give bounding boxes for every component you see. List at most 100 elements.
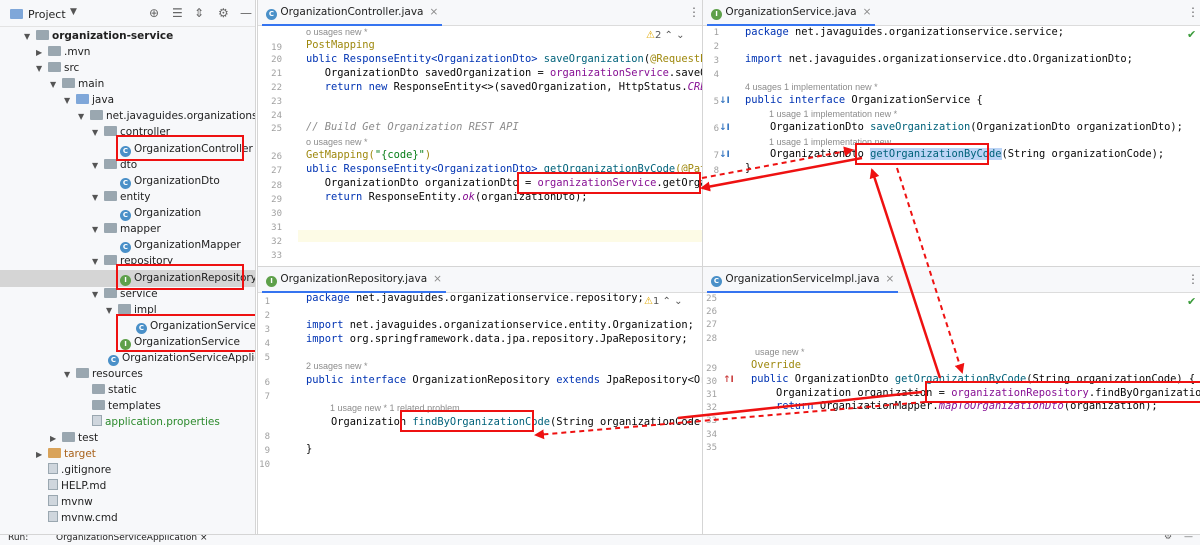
close-icon[interactable]: ×: [200, 535, 208, 543]
inlay-hint[interactable]: 1 usage 1 implementation new *: [769, 109, 897, 119]
tree-item-resources[interactable]: ▼ resources: [64, 366, 143, 382]
inlay-hint[interactable]: usage new *: [755, 347, 805, 357]
more-icon[interactable]: ⋮: [1187, 272, 1199, 286]
class-icon: C: [120, 242, 131, 253]
tree-item-organization-service-app[interactable]: COrganizationServiceApplication: [108, 350, 255, 366]
chevron-up-icon[interactable]: ⌃: [663, 296, 671, 307]
hide-icon[interactable]: —: [1184, 535, 1193, 542]
tree-item-templates[interactable]: templates: [92, 398, 161, 414]
more-icon[interactable]: ⋮: [688, 5, 700, 19]
implemented-icon[interactable]: ↓I: [719, 96, 730, 106]
tree-item-entity[interactable]: ▼ entity: [92, 189, 150, 205]
tab-organization-controller[interactable]: C OrganizationController.java ×: [262, 4, 443, 26]
tree-item-main[interactable]: ▼ main: [50, 76, 104, 92]
inlay-hint[interactable]: 2 usages new *: [306, 361, 368, 371]
tree-item-test[interactable]: ▶ test: [50, 430, 98, 446]
tree-item-static[interactable]: static: [92, 382, 137, 398]
tab-organization-service-impl[interactable]: C OrganizationServiceImpl.java ×: [707, 271, 899, 293]
tree-item-mvn[interactable]: ▶ .mvn: [36, 44, 90, 60]
chevron-down-icon[interactable]: ⌄: [676, 30, 684, 41]
line-number: 1: [264, 297, 270, 307]
chevron-right-icon[interactable]: ▶: [36, 45, 48, 61]
close-icon[interactable]: ×: [886, 273, 895, 285]
editor-tab-bar: I OrganizationRepository.java ×: [258, 267, 702, 293]
tree-item-target[interactable]: ▶ target: [36, 446, 96, 462]
tree-item-mapper[interactable]: ▼ mapper: [92, 221, 161, 237]
more-icon[interactable]: ⋮: [1187, 5, 1199, 19]
tree-item-organization-dto[interactable]: C OrganizationDto: [120, 173, 220, 189]
tree-item-mvnw[interactable]: mvnw: [48, 494, 93, 510]
chevron-down-icon[interactable]: ▼: [78, 109, 90, 125]
chevron-down-icon[interactable]: ▼: [92, 254, 104, 270]
editor-tab-bar: C OrganizationController.java × ⋮: [258, 0, 702, 26]
tree-item-gitignore[interactable]: .gitignore: [48, 462, 111, 478]
folder-icon: [76, 368, 89, 378]
chevron-up-icon[interactable]: ⌃: [665, 30, 673, 41]
editor-organization-service-impl[interactable]: C OrganizationServiceImpl.java × ⋮ ✔ 25 2…: [702, 266, 1200, 534]
inlay-hint[interactable]: o usages new *: [306, 137, 368, 147]
project-title[interactable]: Project: [28, 8, 66, 21]
editor-organization-service[interactable]: I OrganizationService.java × ⋮ ✔ 1 2 3 4 …: [702, 0, 1200, 266]
inlay-hint[interactable]: o usages new *: [306, 27, 368, 37]
gear-icon[interactable]: ⚙: [218, 6, 229, 20]
tree-item-app-properties[interactable]: application.properties: [92, 414, 220, 430]
tree-item-package[interactable]: ▼net.javaguides.organizationservice: [78, 108, 255, 125]
implements-icon[interactable]: ↑I: [723, 375, 734, 385]
chevron-down-icon[interactable]: ▼: [92, 158, 104, 174]
hide-icon[interactable]: —: [240, 6, 252, 20]
close-icon[interactable]: ×: [433, 273, 442, 285]
line-number: 21: [271, 69, 282, 79]
gear-icon[interactable]: ⚙: [1164, 535, 1172, 542]
chevron-down-icon[interactable]: ⌄: [674, 296, 682, 307]
chevron-down-icon[interactable]: ▼: [36, 61, 48, 77]
line-number: 30: [706, 377, 717, 387]
chevron-down-icon[interactable]: ▼: [92, 222, 104, 238]
tab-organization-repository[interactable]: I OrganizationRepository.java ×: [262, 271, 446, 293]
close-icon[interactable]: ×: [863, 6, 872, 18]
implemented-icon[interactable]: ↓I: [719, 123, 730, 133]
line-number: 9: [264, 446, 270, 456]
inlay-hint[interactable]: 4 usages 1 implementation new *: [745, 82, 878, 92]
interface-icon: I: [266, 276, 277, 287]
close-icon[interactable]: ×: [430, 6, 439, 18]
folder-icon: [48, 62, 61, 72]
warning-icon: ⚠: [644, 296, 653, 307]
chevron-down-icon[interactable]: ▼: [70, 7, 77, 17]
tree-item-help[interactable]: HELP.md: [48, 478, 106, 494]
expand-all-icon[interactable]: ⇕: [194, 6, 204, 20]
line-number: 28: [706, 334, 717, 344]
chevron-down-icon[interactable]: ▼: [92, 287, 104, 303]
line-number: 32: [706, 403, 717, 413]
tab-organization-service[interactable]: I OrganizationService.java ×: [707, 4, 876, 26]
chevron-down-icon[interactable]: ▼: [24, 29, 36, 45]
chevron-down-icon[interactable]: ▼: [92, 190, 104, 206]
warning-indicator[interactable]: ⚠1 ⌃ ⌄: [644, 296, 683, 307]
package-icon: [104, 223, 117, 233]
tree-item-organization-mapper[interactable]: C OrganizationMapper: [120, 237, 241, 253]
chevron-right-icon[interactable]: ▶: [36, 447, 48, 463]
warning-indicator[interactable]: ⚠2 ⌃ ⌄: [646, 30, 685, 41]
chevron-down-icon[interactable]: ▼: [64, 93, 76, 109]
chevron-right-icon[interactable]: ▶: [50, 431, 62, 447]
tree-item-root[interactable]: ▼ organization-service: [24, 28, 173, 44]
tree-item-organization[interactable]: C Organization: [120, 205, 201, 221]
collapse-all-icon[interactable]: ☰: [172, 6, 183, 20]
tree-item-java[interactable]: ▼ java: [64, 92, 114, 108]
chevron-down-icon[interactable]: ▼: [92, 125, 104, 141]
chevron-down-icon[interactable]: ▼: [64, 367, 76, 383]
code-line: OrganizationDto saveOrganization(Organiz…: [745, 121, 1183, 133]
project-icon: [10, 9, 23, 19]
highlight-box-organization-repository: [116, 264, 244, 290]
implemented-icon[interactable]: ↓I: [719, 150, 730, 160]
editor-organization-controller[interactable]: C OrganizationController.java × ⋮ ⚠2 ⌃ ⌄ …: [257, 0, 702, 266]
code-line: public interface OrganizationService {: [745, 94, 983, 106]
run-bar: Run: OrganizationServiceApplication × ⚙ …: [0, 534, 1200, 545]
chevron-down-icon[interactable]: ▼: [50, 77, 62, 93]
tree-item-mvnw-cmd[interactable]: mvnw.cmd: [48, 510, 118, 526]
run-tab-organization-service-application[interactable]: OrganizationServiceApplication ×: [40, 535, 208, 543]
locate-icon[interactable]: ⊕: [149, 6, 159, 20]
tree-item-src[interactable]: ▼ src: [36, 60, 79, 76]
line-number: 7: [264, 392, 270, 402]
gutter: 1 2 3 4 5 6 7 8: [703, 26, 743, 266]
editor-organization-repository[interactable]: I OrganizationRepository.java × ⚠1 ⌃ ⌄ 1 …: [257, 266, 702, 534]
